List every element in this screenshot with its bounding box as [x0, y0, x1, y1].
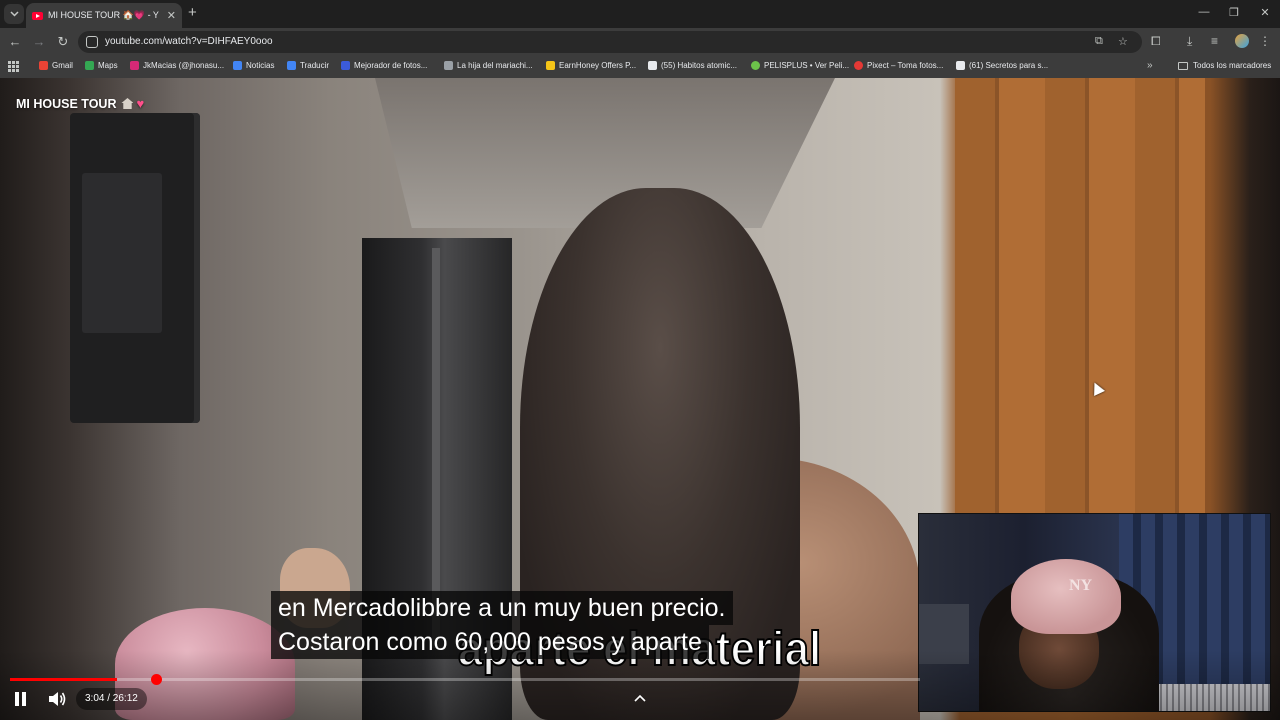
chevron-up-icon[interactable]: [633, 692, 647, 704]
bookmark-label: Maps: [98, 61, 118, 70]
address-bar[interactable]: youtube.com/watch?v=DIHFAEY0ooo ⧉ ☆: [78, 31, 1142, 53]
caption-line: en Mercadolibbre a un muy buen precio.: [271, 591, 733, 625]
bookmark-habitos[interactable]: (55) Habitos atomic...: [648, 61, 737, 70]
tab-title: MI HOUSE TOUR 🏠💗 - Y: [48, 10, 159, 20]
video-scene-cabinet: [955, 78, 1205, 518]
video-scene-fridge-handle: [432, 248, 440, 648]
bookmark-gmail[interactable]: Gmail: [39, 61, 73, 70]
tab-strip: MI HOUSE TOUR 🏠💗 - Y ✕ + — ❐ ✕: [0, 0, 1280, 28]
a-icon: [648, 61, 657, 70]
bookmark-pelisplus[interactable]: PELISPLUS • Ver Peli...: [751, 61, 849, 70]
webcam-cap: [1011, 559, 1121, 634]
new-tab-button[interactable]: +: [188, 5, 202, 21]
reload-button[interactable]: ↻: [55, 34, 71, 50]
pelisplus-icon: [751, 61, 760, 70]
bookmark-label: Mejorador de fotos...: [354, 61, 428, 70]
bookmark-label: Gmail: [52, 61, 73, 70]
gmail-icon: [39, 61, 48, 70]
bookmarks-bar: Gmail Maps JkMacias (@jhonasu... Noticia…: [0, 56, 1280, 78]
forward-button[interactable]: →: [31, 34, 47, 50]
all-bookmarks-folder[interactable]: Todos los marcadores: [1178, 61, 1271, 70]
close-icon[interactable]: ✕: [167, 9, 176, 22]
controls-gradient: [0, 650, 1280, 720]
pixect-icon: [854, 61, 863, 70]
bookmark-label: PELISPLUS • Ver Peli...: [764, 61, 850, 70]
bookmark-pixect[interactable]: Pixect – Toma fotos...: [854, 61, 943, 70]
bookmark-label: Traducir: [300, 61, 330, 70]
restore-icon[interactable]: ❐: [1227, 6, 1241, 19]
bookmark-la-hija[interactable]: La hija del mariachi...: [444, 61, 533, 70]
bookmark-label: Noticias: [246, 61, 275, 70]
more-bookmarks-icon[interactable]: »: [1147, 60, 1153, 71]
translate-icon: [287, 61, 296, 70]
closed-captions[interactable]: en Mercadolibbre a un muy buen precio. C…: [271, 591, 733, 659]
bookmark-label: EarnHoney Offers P...: [559, 61, 637, 70]
progress-bar[interactable]: [10, 678, 920, 681]
a-icon: [956, 61, 965, 70]
install-app-icon[interactable]: ⧉: [1095, 35, 1103, 48]
youtube-icon: [32, 11, 43, 20]
video-title-text: MI HOUSE TOUR: [16, 96, 117, 111]
menu-icon[interactable]: ⋮: [1259, 34, 1271, 48]
bookmark-earnhoney[interactable]: EarnHoney Offers P...: [546, 61, 636, 70]
apps-grid-icon[interactable]: [8, 61, 19, 72]
bookmark-star-icon[interactable]: ☆: [1118, 35, 1128, 48]
instagram-icon: [130, 61, 139, 70]
bookmark-maps[interactable]: Maps: [85, 61, 118, 70]
tab-search-button[interactable]: [4, 4, 24, 24]
all-bookmarks-label: Todos los marcadores: [1193, 61, 1272, 70]
photo-enhancer-icon: [341, 61, 350, 70]
download-icon[interactable]: ⤓: [1187, 34, 1192, 49]
house-icon: [121, 98, 134, 109]
folder-icon: [1178, 61, 1188, 70]
extensions-icon[interactable]: ⧠: [1151, 34, 1161, 49]
media-control-icon[interactable]: ≡: [1211, 34, 1218, 48]
time-display: 3:04 / 26:12: [76, 688, 147, 710]
address-url: youtube.com/watch?v=DIHFAEY0ooo: [105, 36, 273, 47]
pause-icon[interactable]: [14, 692, 28, 706]
progress-played: [10, 678, 117, 681]
bookmark-noticias[interactable]: Noticias: [233, 61, 274, 70]
bookmark-instagram[interactable]: JkMacias (@jhonasu...: [130, 61, 224, 70]
video-title[interactable]: MI HOUSE TOUR ♥: [16, 96, 144, 111]
bookmark-label: (55) Habitos atomic...: [661, 61, 738, 70]
site-info-icon[interactable]: [86, 36, 98, 48]
back-button[interactable]: ←: [7, 34, 23, 50]
heart-icon: ♥: [136, 96, 145, 111]
browser-toolbar: ← → ↻ youtube.com/watch?v=DIHFAEY0ooo ⧉ …: [0, 28, 1280, 56]
profile-avatar[interactable]: [1235, 34, 1249, 48]
video-scene-microwave-door: [82, 173, 162, 333]
news-icon: [233, 61, 242, 70]
video-icon: [444, 61, 453, 70]
earnhoney-icon: [546, 61, 555, 70]
minimize-icon[interactable]: —: [1197, 6, 1211, 18]
bookmark-label: La hija del mariachi...: [457, 61, 533, 70]
chevron-down-icon: [9, 11, 19, 17]
bookmark-photo-enhancer[interactable]: Mejorador de fotos...: [341, 61, 427, 70]
progress-scrubber[interactable]: [151, 674, 162, 685]
bookmark-traducir[interactable]: Traducir: [287, 61, 329, 70]
bookmark-secretos[interactable]: (61) Secretos para s...: [956, 61, 1048, 70]
bookmark-label: JkMacias (@jhonasu...: [143, 61, 225, 70]
bookmark-label: Pixect – Toma fotos...: [867, 61, 944, 70]
cap-logo: NY: [1069, 577, 1093, 594]
browser-tab-active[interactable]: MI HOUSE TOUR 🏠💗 - Y ✕: [26, 3, 182, 28]
bookmark-label: (61) Secretos para s...: [969, 61, 1049, 70]
maps-icon: [85, 61, 94, 70]
volume-icon[interactable]: [48, 691, 66, 707]
window-close-icon[interactable]: ✕: [1258, 6, 1272, 19]
